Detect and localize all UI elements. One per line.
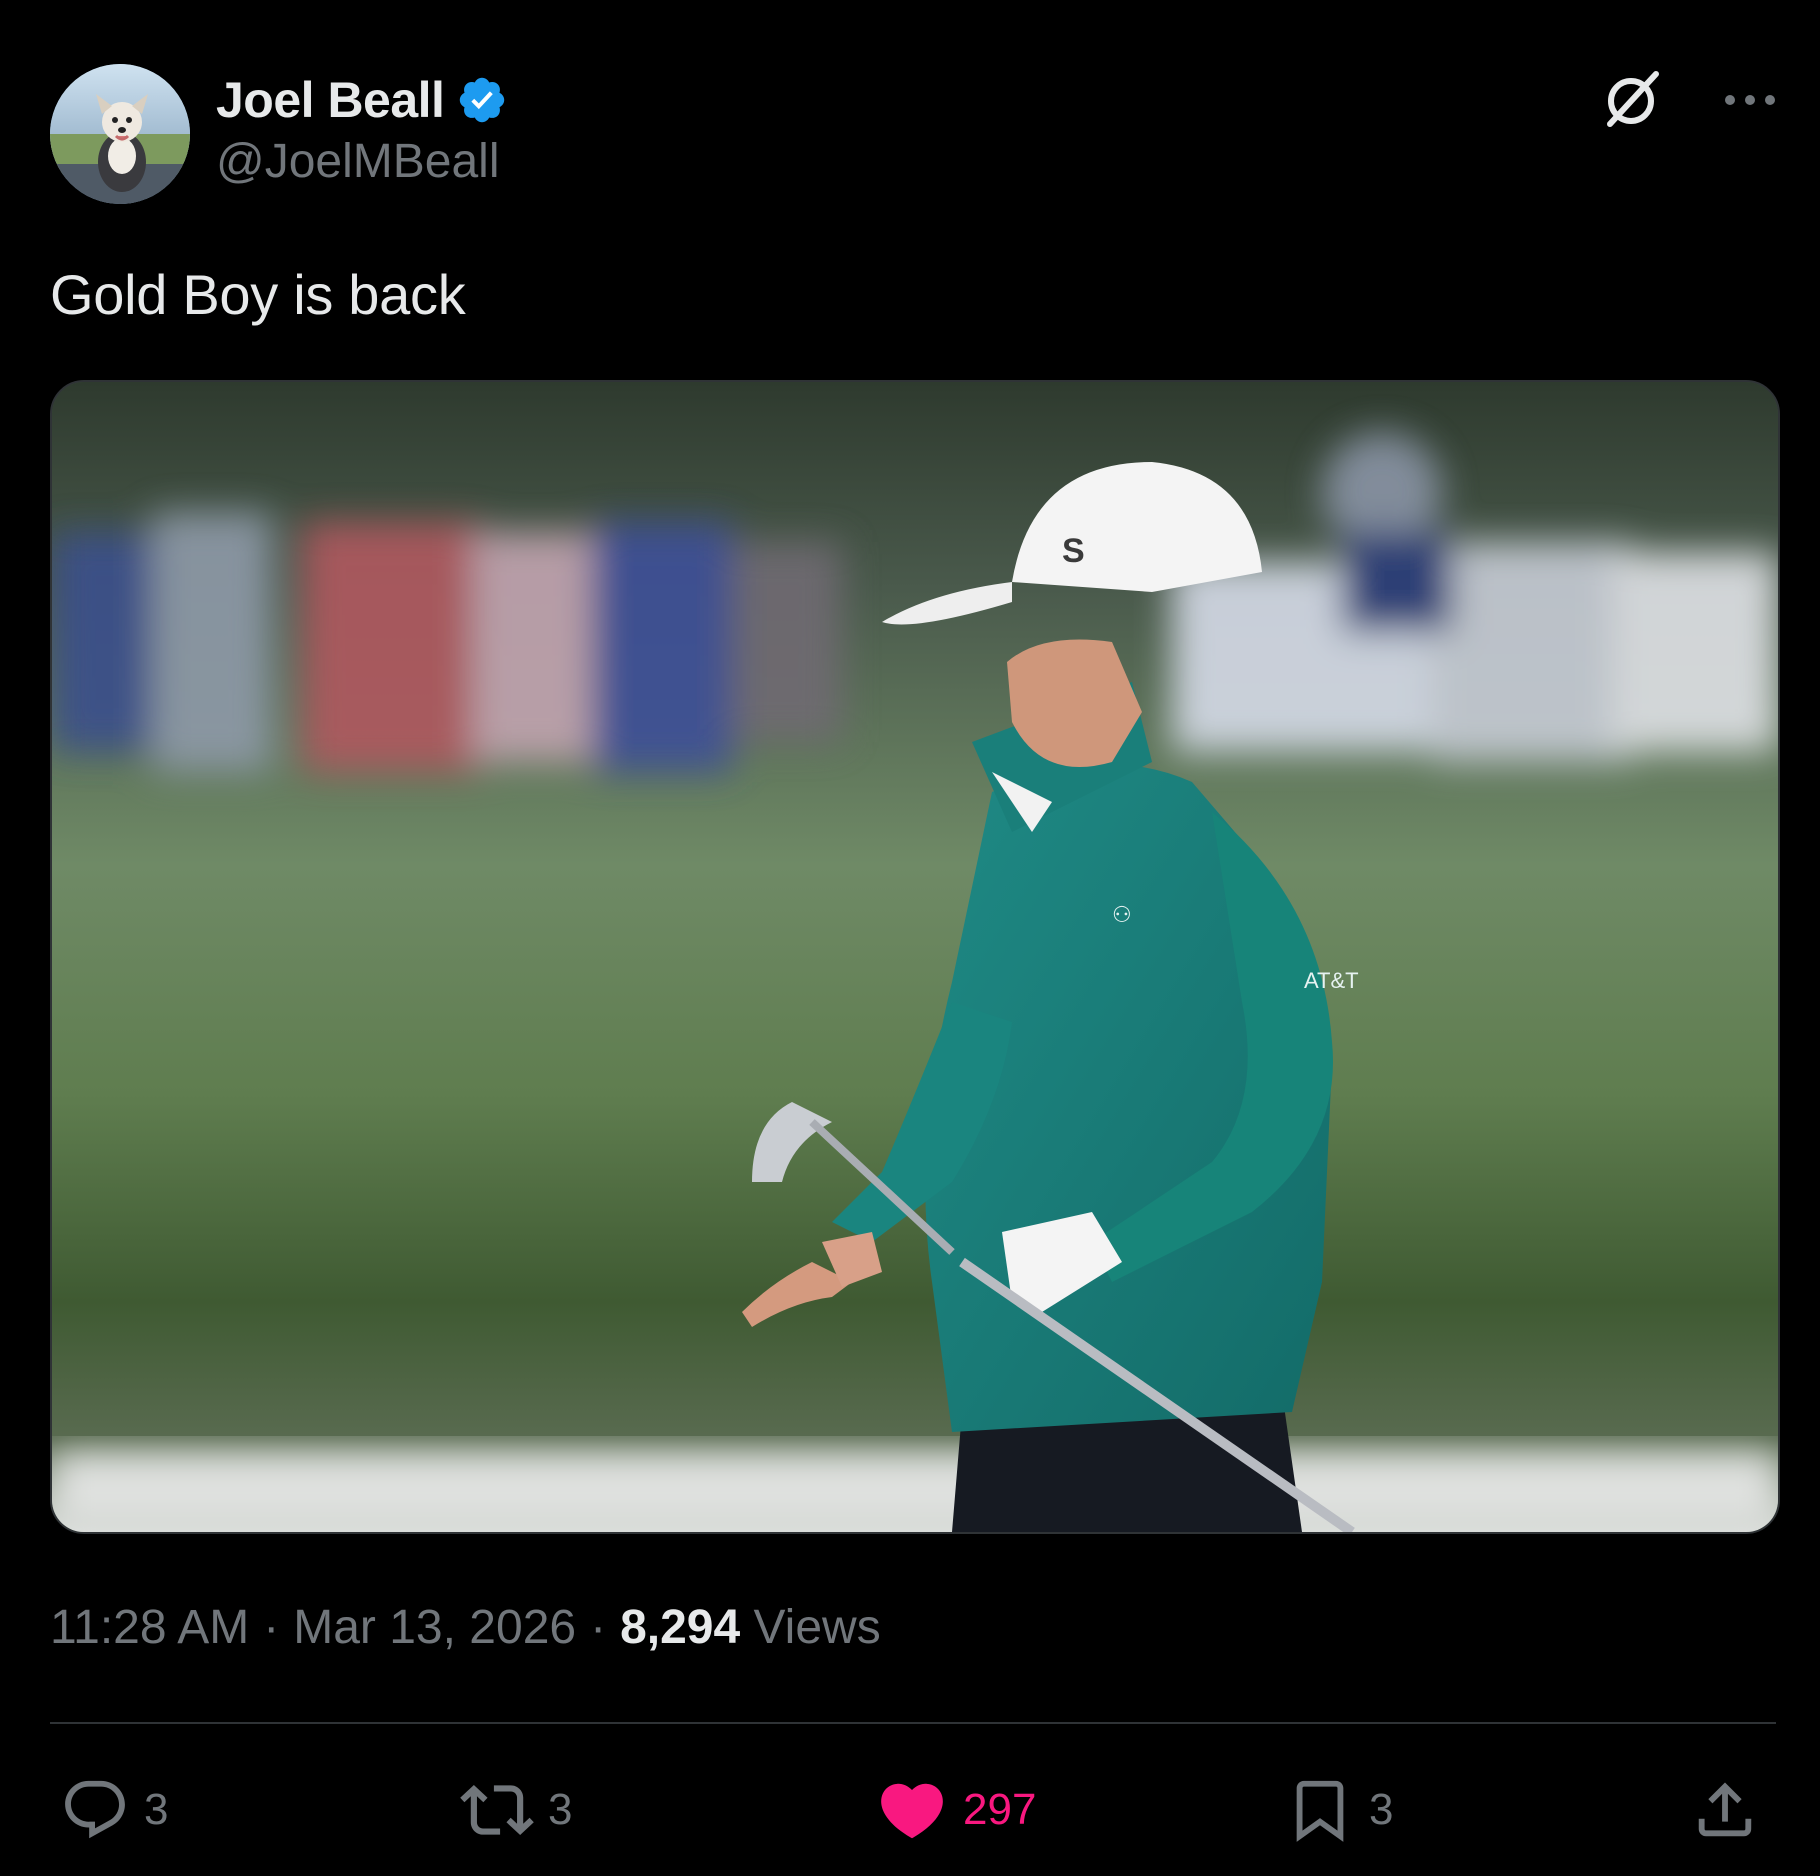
svg-text:⚇: ⚇ xyxy=(1112,902,1132,927)
grok-icon[interactable] xyxy=(1596,66,1666,136)
tweet-text: Gold Boy is back xyxy=(50,263,466,326)
display-name[interactable]: Joel Beall xyxy=(216,71,445,129)
reply-icon xyxy=(65,1780,125,1839)
svg-text:S: S xyxy=(1062,532,1085,570)
author-handle[interactable]: @JoelMBeall xyxy=(216,134,508,189)
repost-count: 3 xyxy=(548,1785,573,1834)
tweet-meta: 11:28 AM · Mar 13, 2026 · 8,294 Views xyxy=(50,1600,881,1655)
meta-separator: · xyxy=(590,1601,607,1654)
reply-button[interactable]: 3 xyxy=(60,1770,168,1850)
views-label: Views xyxy=(753,1601,881,1654)
dog-avatar-icon xyxy=(50,64,190,204)
tweet-date[interactable]: Mar 13, 2026 xyxy=(293,1601,576,1654)
share-button[interactable] xyxy=(1690,1770,1760,1850)
author-block: Joel Beall @JoelMBeall xyxy=(216,70,508,189)
more-options-icon[interactable] xyxy=(1720,80,1780,120)
tweet-time[interactable]: 11:28 AM xyxy=(50,1601,249,1654)
views-count: 8,294 xyxy=(620,1601,741,1654)
action-bar: 3 3 297 3 xyxy=(50,1770,1776,1850)
svg-text:AT&T: AT&T xyxy=(1304,968,1359,993)
avatar[interactable] xyxy=(50,64,190,204)
tweet-header: Joel Beall @JoelMBeall xyxy=(50,64,1780,204)
bookmark-icon xyxy=(1296,1780,1344,1842)
divider xyxy=(50,1722,1776,1724)
name-row: Joel Beall xyxy=(216,70,508,130)
tweet-media-photo[interactable]: ⚇ AT&T S xyxy=(50,380,1780,1534)
bookmark-count: 3 xyxy=(1369,1785,1394,1834)
bookmark-button[interactable]: 3 xyxy=(1285,1770,1393,1850)
heart-icon xyxy=(881,1783,943,1839)
meta-separator: · xyxy=(263,1601,280,1654)
like-count: 297 xyxy=(963,1785,1037,1834)
repost-icon xyxy=(460,1784,534,1836)
share-icon xyxy=(1698,1782,1752,1837)
like-button[interactable]: 297 xyxy=(875,1770,1036,1850)
verified-badge-icon[interactable] xyxy=(456,74,508,126)
repost-button[interactable]: 3 xyxy=(460,1770,572,1850)
reply-count: 3 xyxy=(144,1785,169,1834)
golfer-photo: ⚇ AT&T S xyxy=(52,382,1778,1532)
